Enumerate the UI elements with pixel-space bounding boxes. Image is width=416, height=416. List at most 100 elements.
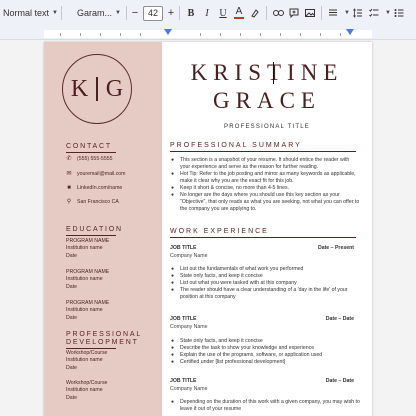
ruler-tick [340,33,341,36]
education-heading: EDUCATION [66,226,123,233]
decrease-font-size-button[interactable]: − [130,7,140,19]
institution-name: Institution name [66,245,103,252]
chevron-down-icon: ▼ [115,10,121,16]
job-date: Date – Date [325,316,354,322]
job-bullet: Depending on the duration of this work w… [170,399,360,413]
job-bullet: Explain the use of the programs, softwar… [170,352,360,359]
text-color-button[interactable]: A [231,3,247,23]
development-date: Date [66,364,77,371]
left-indent-marker[interactable] [164,29,172,35]
development-heading-line2: DEVELOPMENT [66,339,139,346]
resume-main-column: KRISTINE GRACE PROFESSIONAL TITLE PROFES… [162,42,372,416]
monogram-divider [96,77,98,101]
underline-button[interactable]: U [215,3,231,23]
job-bullet: State only facts, and keep it concise [170,273,360,280]
italic-button[interactable]: I [199,3,215,23]
education-date: Date [66,252,77,259]
formatting-toolbar: Normal text ▼ Garam... ▼ − 42 + B I U A … [0,0,416,26]
align-icon[interactable] [325,3,341,23]
increase-font-size-button[interactable]: + [166,7,176,19]
job-header: JOB TITLE Date – Present [170,245,354,251]
summary-bullet: Keep it short & concise, no more than 4-… [170,185,360,192]
education-entry: PROGRAM NAME Institution name Date [66,269,109,291]
development-entry: Workshop/Course Institution name Date [66,350,107,372]
location-text: San Francisco CA [77,199,119,205]
development-heading-line1: PROFESSIONAL [66,331,143,338]
ruler-tick [200,33,201,36]
job-bullet: The reader should have a clear understan… [170,287,360,301]
font-family-label: Garam... [77,8,113,18]
paragraph-style-dropdown[interactable]: Normal text ▼ [0,3,58,23]
ruler-tick [240,33,241,36]
font-family-dropdown[interactable]: Garam... ▼ [65,3,123,23]
comment-icon[interactable] [286,3,302,23]
highlighter-icon[interactable] [247,3,263,23]
summary-list: This section is a snapshot of your resum… [170,157,360,213]
company-name: Company Name [170,253,208,259]
text-color-swatch [234,17,244,19]
job-bullet: List out the fundamentals of what work y… [170,266,360,273]
phone-icon: ✆ [66,156,72,162]
professional-title: PROFESSIONAL TITLE [224,124,310,130]
contact-phone: ✆ (555) 555-5555 [66,156,112,162]
institution-name: Institution name [66,307,103,314]
contact-email: ✉ youremail@mail.com [66,171,125,177]
checklist-icon[interactable] [366,3,382,23]
location-pin-icon: ⚲ [66,199,72,205]
name-last[interactable]: GRACE [162,88,372,114]
image-icon[interactable] [302,3,318,23]
experience-heading: WORK EXPERIENCE [170,228,269,235]
education-entry: PROGRAM NAME Institution name Date [66,300,109,322]
job-bullet: State only facts, and keep it concise [170,338,360,345]
line-spacing-icon[interactable] [350,3,366,23]
education-date: Date [66,283,77,290]
company-name: Company Name [170,324,208,330]
toolbar-divider [61,6,62,20]
text-color-icon: A [235,6,243,17]
text-cursor [273,62,274,84]
font-size-input[interactable]: 42 [143,5,163,21]
horizontal-ruler [0,26,416,40]
job-bullet: List out what you were tasked with at th… [170,280,360,287]
ruler-tick [100,33,101,36]
email-icon: ✉ [66,171,72,177]
monogram-letter-left: K [70,75,89,102]
right-indent-marker[interactable] [346,29,354,35]
monogram-logo: K G [62,54,132,124]
development-entry: Workshop/Course Institution name Date [66,380,107,402]
development-underline [66,348,116,349]
linkedin-icon: ■ [67,185,71,191]
job-bullet-list: List out the fundamentals of what work y… [170,266,360,301]
bullet-list-icon[interactable] [391,3,407,23]
course-name: Workshop/Course [66,350,108,356]
job-header: JOB TITLE Date – Date [170,316,354,322]
education-underline [66,235,116,236]
job-bullet: Describe the task to show your knowledge… [170,345,360,352]
experience-underline [170,237,356,238]
course-name: Workshop/Course [66,380,108,386]
job-title: JOB TITLE [170,245,197,251]
ruler-tick [140,33,141,36]
institution-name: Institution name [66,357,103,364]
name-first[interactable]: KRISTINE [162,60,372,86]
ruler-tick [280,33,281,36]
link-icon[interactable] [270,3,286,23]
job-title: JOB TITLE [170,316,197,322]
chevron-down-icon: ▼ [52,10,58,16]
bold-button[interactable]: B [183,3,199,23]
contact-location: ⚲ San Francisco CA [66,199,119,205]
toolbar-divider [266,6,267,20]
toolbar-divider [321,6,322,20]
paragraph-style-label: Normal text [3,8,50,18]
job-date: Date – Present [317,245,354,251]
job-bullet-list: State only facts, and keep it concise De… [170,338,360,366]
contact-heading: CONTACT [66,143,112,150]
resume-sidebar: K G CONTACT ✆ (555) 555-5555 ✉ youremail… [44,42,162,416]
document-page[interactable]: K G CONTACT ✆ (555) 555-5555 ✉ youremail… [44,42,372,416]
summary-heading: PROFESSIONAL SUMMARY [170,142,302,149]
summary-bullet: No longer are the days where you should … [170,192,360,213]
education-entry: PROGRAM NAME Institution name Date [66,238,109,260]
ruler-tick [320,33,321,36]
ruler-tick [80,33,81,36]
program-name: PROGRAM NAME [66,238,110,244]
